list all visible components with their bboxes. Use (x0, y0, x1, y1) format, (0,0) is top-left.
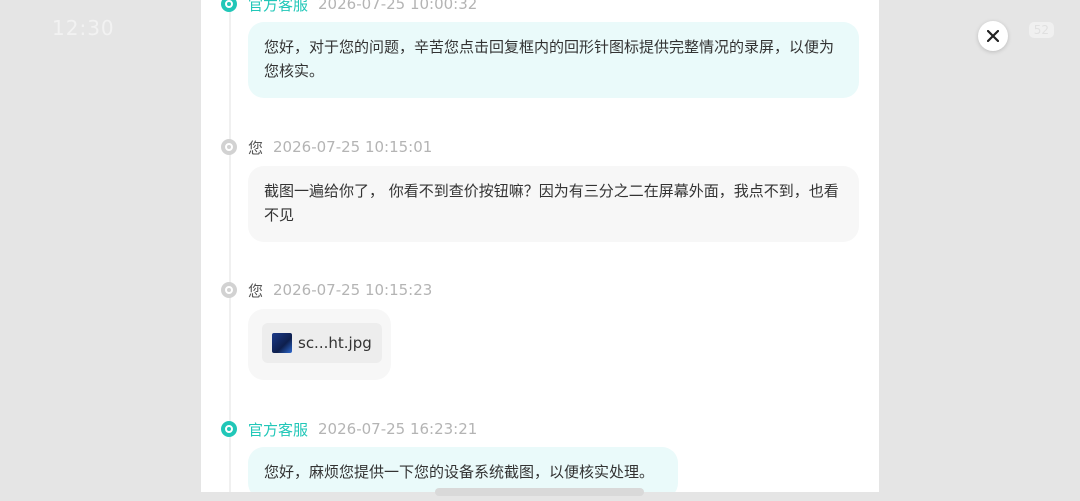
message-text: 您好，对于您的问题，辛苦您点击回复框内的回形针图标提供完整情况的录屏，以便为您核… (264, 38, 835, 80)
sender-name: 官方客服 (248, 420, 309, 439)
message-bubble-user-attachment: sc...ht.jpg (248, 309, 391, 380)
timeline-dot-official-icon (221, 0, 237, 12)
scroll-handle[interactable] (435, 488, 644, 496)
sender-name: 官方客服 (248, 0, 309, 14)
message-bubble-user: 截图一遍给你了， 你看不到查价按钮嘛？因为有三分之二在屏幕外面，我点不到，也看不… (248, 166, 859, 242)
close-icon (987, 30, 999, 42)
timeline-dot-user-icon (221, 282, 237, 298)
message-header-official: 官方客服 2026-07-25 10:00:32 (221, 0, 477, 14)
message-timestamp: 2026-07-25 10:15:01 (273, 138, 433, 156)
status-bar-right: 52 (1028, 22, 1054, 38)
message-header-official: 官方客服 2026-07-25 16:23:21 (221, 419, 477, 439)
conversation-sheet: 官方客服 2026-07-25 10:00:32 您好，对于您的问题，辛苦您点击… (201, 0, 879, 492)
close-button[interactable] (978, 21, 1008, 51)
battery-level: 52 (1028, 22, 1054, 38)
message-header-user: 您 2026-07-25 10:15:01 (221, 137, 432, 157)
attachment-filename: sc...ht.jpg (298, 334, 372, 352)
timeline-dot-official-icon (221, 421, 237, 437)
sender-name: 您 (248, 281, 264, 300)
status-bar-time: 12:30 (52, 16, 115, 40)
image-thumbnail-icon (272, 333, 292, 353)
image-attachment[interactable]: sc...ht.jpg (262, 323, 382, 363)
message-text: 截图一遍给你了， 你看不到查价按钮嘛？因为有三分之二在屏幕外面，我点不到，也看不… (264, 182, 839, 224)
message-timestamp: 2026-07-25 16:23:21 (318, 420, 478, 438)
message-header-user: 您 2026-07-25 10:15:23 (221, 280, 432, 300)
message-text: 您好，麻烦您提供一下您的设备系统截图，以便核实处理。 (264, 463, 655, 481)
timeline-dot-user-icon (221, 139, 237, 155)
message-bubble-official: 您好，对于您的问题，辛苦您点击回复框内的回形针图标提供完整情况的录屏，以便为您核… (248, 22, 859, 98)
message-bubble-official: 您好，麻烦您提供一下您的设备系统截图，以便核实处理。 (248, 447, 678, 492)
message-timestamp: 2026-07-25 10:00:32 (318, 0, 478, 13)
message-timestamp: 2026-07-25 10:15:23 (273, 281, 433, 299)
sender-name: 您 (248, 138, 264, 157)
